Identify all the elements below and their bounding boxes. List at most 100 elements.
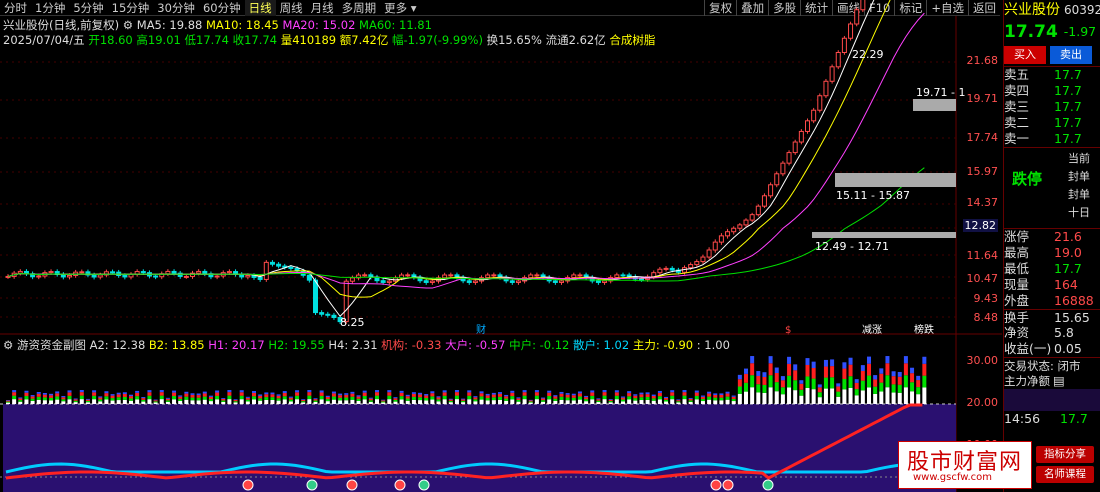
sub-bar bbox=[657, 392, 662, 397]
badge-teacher-course[interactable]: 名师课程 bbox=[1036, 466, 1094, 483]
sub-bar bbox=[756, 392, 761, 404]
stat-value: 5.8 bbox=[1054, 325, 1074, 340]
sub-bar bbox=[621, 397, 625, 400]
candle-body bbox=[712, 241, 718, 251]
sub-bar bbox=[270, 399, 275, 404]
candle-body bbox=[429, 280, 435, 283]
stat-row: 净资 5.8 bbox=[1004, 325, 1100, 341]
candle-body bbox=[768, 184, 774, 197]
sub-bar bbox=[190, 400, 195, 404]
candle-body bbox=[448, 274, 454, 277]
sub-bar bbox=[430, 396, 435, 400]
sub-bar bbox=[473, 397, 478, 400]
sub-bar bbox=[153, 400, 158, 402]
ask-label: 卖五 bbox=[1004, 67, 1030, 82]
sub-bar bbox=[485, 397, 490, 401]
sub-bar bbox=[276, 394, 281, 396]
sub-bar bbox=[202, 399, 207, 404]
sub-bar bbox=[116, 394, 121, 398]
sub-bar bbox=[350, 391, 355, 394]
candle-body bbox=[325, 313, 331, 316]
event-marker: 减涨 bbox=[862, 324, 882, 336]
sub-bar bbox=[633, 398, 638, 401]
sub-bar bbox=[780, 380, 785, 388]
sub-bar bbox=[614, 399, 619, 404]
sub-bar bbox=[368, 400, 373, 402]
low-label: 8.25 bbox=[340, 316, 365, 329]
sub-bar bbox=[879, 382, 884, 392]
list-icon[interactable]: ▤ bbox=[1053, 373, 1065, 389]
sub-bar bbox=[541, 401, 546, 404]
candle-body bbox=[202, 270, 208, 275]
sub-bar bbox=[793, 390, 798, 404]
price-change: -1.97 bbox=[1063, 24, 1097, 39]
sub-bar bbox=[405, 394, 410, 397]
sub-bar bbox=[817, 387, 822, 393]
kline-chart[interactable]: 22.298.2519.71 - 115.11 - 15.8712.49 - 1… bbox=[0, 0, 1002, 492]
candle-body bbox=[380, 280, 386, 283]
candle-body bbox=[841, 37, 847, 53]
candle-body bbox=[423, 280, 429, 283]
sub-bar bbox=[842, 389, 847, 404]
main-net-row[interactable]: 主力净额 ▤ bbox=[1004, 373, 1100, 389]
sub-bar bbox=[24, 399, 29, 404]
candle-body bbox=[405, 274, 411, 277]
sub-bar bbox=[104, 391, 109, 394]
sub-indicator-name[interactable]: 游资资金副图 bbox=[17, 338, 86, 352]
sub-bar bbox=[916, 394, 921, 404]
sub-bar bbox=[381, 402, 386, 404]
sub-bar bbox=[473, 399, 478, 402]
a2-label: A2: 12.38 bbox=[89, 338, 146, 352]
sub-bar bbox=[288, 401, 293, 404]
sub-bar bbox=[559, 399, 564, 404]
sub-bar bbox=[873, 379, 878, 387]
sub-bar bbox=[338, 395, 343, 398]
sub-bar bbox=[504, 400, 509, 404]
sub-settings-icon[interactable]: ⚙ bbox=[3, 338, 13, 352]
sub-bar bbox=[842, 362, 847, 369]
sub-bar bbox=[639, 397, 644, 401]
signal-marker bbox=[242, 479, 254, 491]
sub-bar bbox=[553, 395, 558, 397]
stat-value: 19.0 bbox=[1054, 245, 1082, 260]
sub-bar bbox=[830, 388, 835, 404]
candle-body bbox=[823, 80, 829, 97]
sub-bar bbox=[430, 399, 435, 404]
sub-bar bbox=[688, 397, 693, 399]
sub-bar bbox=[325, 399, 330, 402]
stat-label: 最高 bbox=[1004, 245, 1030, 260]
sub-bar bbox=[664, 397, 669, 400]
sub-bar bbox=[165, 397, 170, 399]
candle-body bbox=[491, 274, 497, 277]
sub-bar bbox=[793, 370, 798, 381]
candle-body bbox=[706, 249, 712, 258]
sub-bar bbox=[258, 398, 263, 401]
sub-bar bbox=[608, 399, 613, 400]
sub-bar bbox=[553, 398, 558, 401]
candle-body bbox=[534, 274, 540, 277]
sell-button[interactable]: 卖出 bbox=[1050, 46, 1092, 64]
sub-bar bbox=[504, 394, 509, 397]
sub-bar bbox=[774, 372, 779, 383]
sub-bar bbox=[178, 400, 183, 404]
badge-indicator-share[interactable]: 指标分享 bbox=[1036, 446, 1094, 463]
buy-button[interactable]: 买入 bbox=[1004, 46, 1046, 64]
sub-bar bbox=[885, 375, 890, 388]
sub-bar bbox=[774, 367, 779, 373]
sub-bar bbox=[122, 394, 127, 397]
sub-bar bbox=[215, 390, 220, 393]
sub-bar bbox=[165, 401, 170, 404]
sub-bar bbox=[49, 393, 54, 396]
sub-bar bbox=[172, 390, 177, 393]
sub-bar bbox=[664, 401, 669, 404]
sub-bar bbox=[307, 390, 312, 393]
sub-bar bbox=[504, 396, 509, 399]
sub-bar bbox=[135, 399, 140, 404]
candle-body bbox=[805, 120, 810, 132]
sub-bar bbox=[842, 378, 847, 390]
candle-body bbox=[552, 280, 558, 283]
stock-name: 兴业股份 bbox=[1004, 2, 1060, 18]
sub-bar bbox=[375, 392, 379, 396]
sub-bar bbox=[147, 399, 152, 404]
sub-bar bbox=[295, 395, 300, 400]
